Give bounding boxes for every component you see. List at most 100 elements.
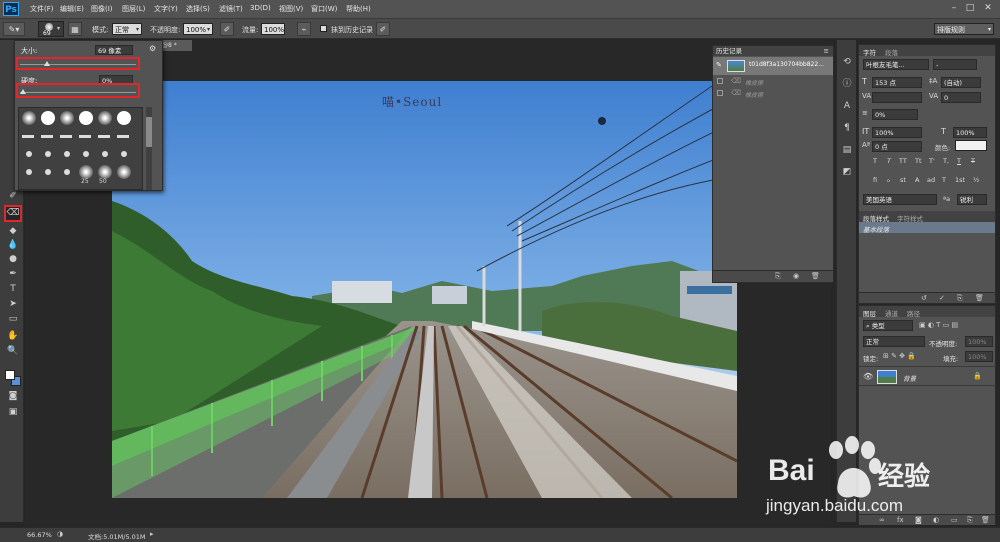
menu-type[interactable]: 文字(Y) [154,4,178,14]
brush-tool-icon[interactable]: ✐ [6,190,20,203]
brush-preset-swatch[interactable] [98,165,112,179]
trash-icon[interactable]: 🗑 [981,516,990,524]
tab-paragraph[interactable]: 段落 [885,47,898,57]
history-source-checkbox[interactable] [717,78,723,84]
horizontal-scale-field[interactable]: 100% [953,127,987,138]
brush-preset-swatch[interactable] [79,165,93,179]
panel-menu-icon[interactable]: ≡ [824,46,829,56]
brush-preset-swatch[interactable] [45,169,51,175]
menu-layer[interactable]: 图层(L) [122,4,145,14]
opentype-ordinals-button[interactable]: 1st [955,176,965,184]
baseline-shift-field[interactable]: 0 点 [872,141,922,152]
brush-preset-swatch[interactable] [26,151,32,157]
trash-icon[interactable]: 🗑 [811,272,820,280]
share-icon[interactable]: ◑ [57,530,63,538]
brush-preset-swatch[interactable] [64,169,70,175]
blend-mode-select[interactable]: 正常 [863,336,925,347]
font-family-select[interactable]: 叶根友毛笔... [863,59,929,70]
layer-filter-icons[interactable]: ▣ ◐ T ▭ ▤ [919,321,958,329]
menu-select[interactable]: 选择(S) [186,4,210,14]
menu-image[interactable]: 图像(I) [91,4,113,14]
info-dock-icon[interactable]: ⓘ [840,78,854,91]
history-snapshot-row[interactable]: ✎ t01d8f3a130704bb822... [713,57,833,75]
brush-preset-swatch[interactable] [22,135,34,138]
opentype-discretionary-button[interactable]: st [900,176,906,184]
brush-preset-swatch[interactable] [98,135,110,138]
new-style-icon[interactable]: ⎘ [957,294,963,303]
hardness-slider-track[interactable] [20,92,136,93]
brush-preset-swatch[interactable] [60,135,72,138]
history-dock-icon[interactable]: ⟲ [840,56,854,69]
type-tool-icon[interactable]: T [6,283,20,296]
brush-preset-swatch[interactable] [41,111,55,125]
tab-paths[interactable]: 路径 [907,308,920,318]
dodge-tool-icon[interactable]: ● [6,253,20,266]
font-size-field[interactable]: 153 点 [872,77,922,88]
paragraph-dock-icon[interactable]: ¶ [840,122,854,135]
history-step[interactable]: ⌫ 橡皮擦 [713,76,833,87]
flow-field[interactable]: 100% [261,23,285,35]
layer-row[interactable]: 👁 背景 🔒 [859,366,995,386]
layer-opacity-field[interactable]: 100% [965,336,993,347]
airbrush-icon[interactable]: ⌁ [297,22,311,36]
opentype-stylistic-button[interactable]: ad [927,176,935,184]
minimize-icon[interactable]: – [946,2,962,15]
size-slider-track[interactable] [20,64,136,65]
menu-3d[interactable]: 3D(D) [250,4,271,12]
eraser-tool-preset-icon[interactable]: ✎▾ [3,22,25,36]
opentype-fractions-button[interactable]: ½ [973,176,979,184]
quick-mask-icon[interactable]: ◙ [6,390,20,403]
menu-filter[interactable]: 滤镜(T) [219,4,243,14]
path-select-icon[interactable]: ➤ [6,298,20,311]
workspace-select[interactable]: 排版规则 ▾ [934,23,994,35]
fill-field[interactable]: 100% [965,351,993,362]
menu-help[interactable]: 帮助(H) [346,4,371,14]
history-title[interactable]: 历史记录 [716,47,742,55]
brush-panel-toggle-icon[interactable]: ▦ [68,22,82,36]
history-source-checkbox[interactable] [717,90,723,96]
zoom-level[interactable]: 66.67% [27,531,52,539]
menu-window[interactable]: 窗口(W) [311,4,337,14]
brush-preset-swatch[interactable] [79,111,93,125]
brush-preset-swatch[interactable] [41,135,53,138]
status-menu-arrow-icon[interactable]: ▸ [150,530,154,538]
shape-tool-icon[interactable]: ▭ [6,313,20,326]
styles-dock-icon[interactable]: ◩ [840,166,854,179]
opentype-titling-button[interactable]: T [942,176,946,184]
history-step[interactable]: ⌫ 橡皮擦 [713,88,833,99]
brush-preset-swatch[interactable] [117,135,129,138]
zoom-tool-icon[interactable]: 🔍 [6,345,20,358]
adjustments-dock-icon[interactable]: ▤ [840,144,854,157]
tab-channels[interactable]: 通道 [885,308,898,318]
tsume-field[interactable]: 0% [872,109,918,120]
superscript-button[interactable]: T' [929,157,935,165]
blur-tool-icon[interactable]: 💧 [6,239,20,252]
brush-preset-swatch[interactable] [26,169,32,175]
document-tab[interactable]: @8 * [160,40,192,51]
character-dock-icon[interactable]: A [840,100,854,113]
brush-preset-swatch[interactable] [22,111,36,125]
screen-mode-icon[interactable]: ▣ [6,406,20,419]
new-document-icon[interactable]: ⎘ [775,272,781,281]
close-icon[interactable]: ✕ [980,2,996,15]
hardness-slider-thumb[interactable] [20,89,26,94]
maximize-icon[interactable]: □ [962,2,978,15]
subscript-button[interactable]: T, [943,157,949,165]
brush-grid-scrollbar[interactable] [146,107,152,190]
vertical-scale-field[interactable]: 100% [872,127,922,138]
opacity-field[interactable]: 100% ▾ [183,23,213,35]
font-style-select[interactable]: - [933,59,977,70]
brush-preset-grid[interactable]: 25 50 [18,107,143,190]
tracking-field[interactable]: 0 [941,92,981,103]
lock-icons[interactable]: ⊞ ✎ ✥ 🔒 [883,352,916,360]
mode-select[interactable]: 正常 ▾ [112,23,142,35]
hand-tool-icon[interactable]: ✋ [6,330,20,343]
underline-button[interactable]: T [957,157,961,165]
kerning-field[interactable] [872,92,922,103]
brush-preset-swatch[interactable] [60,111,74,125]
pressure-size-icon[interactable]: ✐ [376,22,390,36]
faux-italic-button[interactable]: T [887,157,891,165]
language-select[interactable]: 美国英语 [863,194,937,205]
opentype-swash-button[interactable]: A [915,176,919,184]
size-slider-thumb[interactable] [43,61,50,66]
